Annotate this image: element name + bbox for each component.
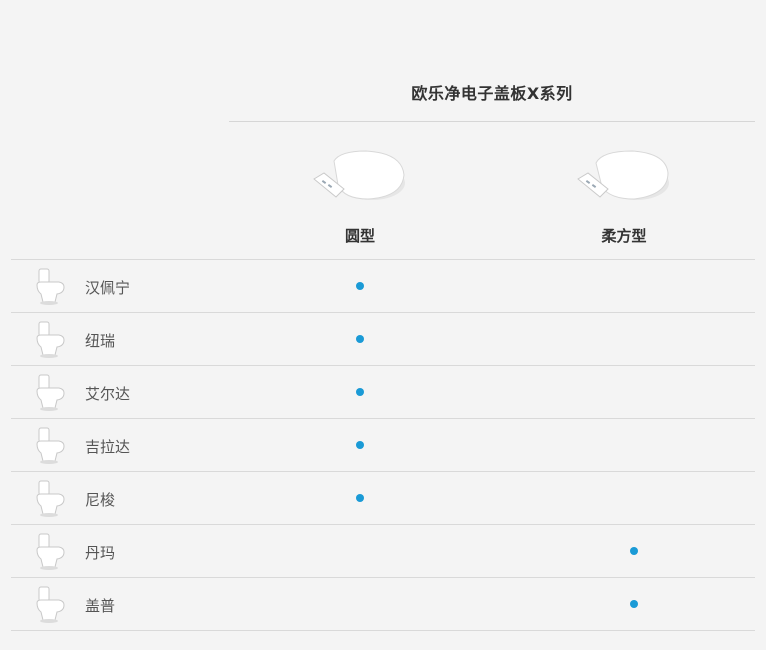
table-row: 汉佩宁 bbox=[11, 260, 755, 313]
compatible-dot bbox=[356, 282, 364, 290]
soft-square-seat-icon bbox=[577, 150, 669, 200]
toilet-model-name: 艾尔达 bbox=[85, 385, 131, 403]
toilet-icon bbox=[29, 425, 69, 465]
toilet-model-name: 盖普 bbox=[85, 597, 116, 615]
round-seat-icon bbox=[313, 150, 405, 200]
toilet-icon bbox=[29, 372, 69, 412]
table-row: 艾尔达 bbox=[11, 366, 755, 419]
series-divider bbox=[229, 121, 755, 122]
toilet-model-name: 汉佩宁 bbox=[85, 279, 131, 297]
column-label-soft-square: 柔方型 bbox=[601, 227, 647, 245]
toilet-icon bbox=[29, 478, 69, 518]
table-row: 丹玛 bbox=[11, 525, 755, 578]
column-label-round: 圆型 bbox=[344, 227, 375, 245]
toilet-model-name: 尼梭 bbox=[85, 491, 116, 509]
column-soft-square: 柔方型 bbox=[544, 145, 704, 246]
series-title: 欧乐净电子盖板X系列 bbox=[411, 84, 573, 103]
compatible-dot bbox=[356, 335, 364, 343]
toilet-icon bbox=[29, 531, 69, 571]
toilet-icon bbox=[29, 266, 69, 306]
compatible-dot bbox=[356, 441, 364, 449]
toilet-model-name: 丹玛 bbox=[85, 544, 116, 562]
compatible-dot bbox=[630, 547, 638, 555]
toilet-model-name: 纽瑞 bbox=[85, 332, 116, 350]
table-row: 纽瑞 bbox=[11, 313, 755, 366]
compatible-dot bbox=[356, 388, 364, 396]
table-row: 吉拉达 bbox=[11, 419, 755, 472]
compatible-dot bbox=[356, 494, 364, 502]
toilet-icon bbox=[29, 319, 69, 359]
toilet-model-name: 吉拉达 bbox=[85, 438, 131, 456]
compatibility-table: 汉佩宁纽瑞艾尔达吉拉达尼梭丹玛盖普 bbox=[11, 259, 755, 631]
compatible-dot bbox=[630, 600, 638, 608]
toilet-icon bbox=[29, 584, 69, 624]
table-row: 尼梭 bbox=[11, 472, 755, 525]
column-round: 圆型 bbox=[280, 145, 440, 246]
table-row: 盖普 bbox=[11, 578, 755, 631]
